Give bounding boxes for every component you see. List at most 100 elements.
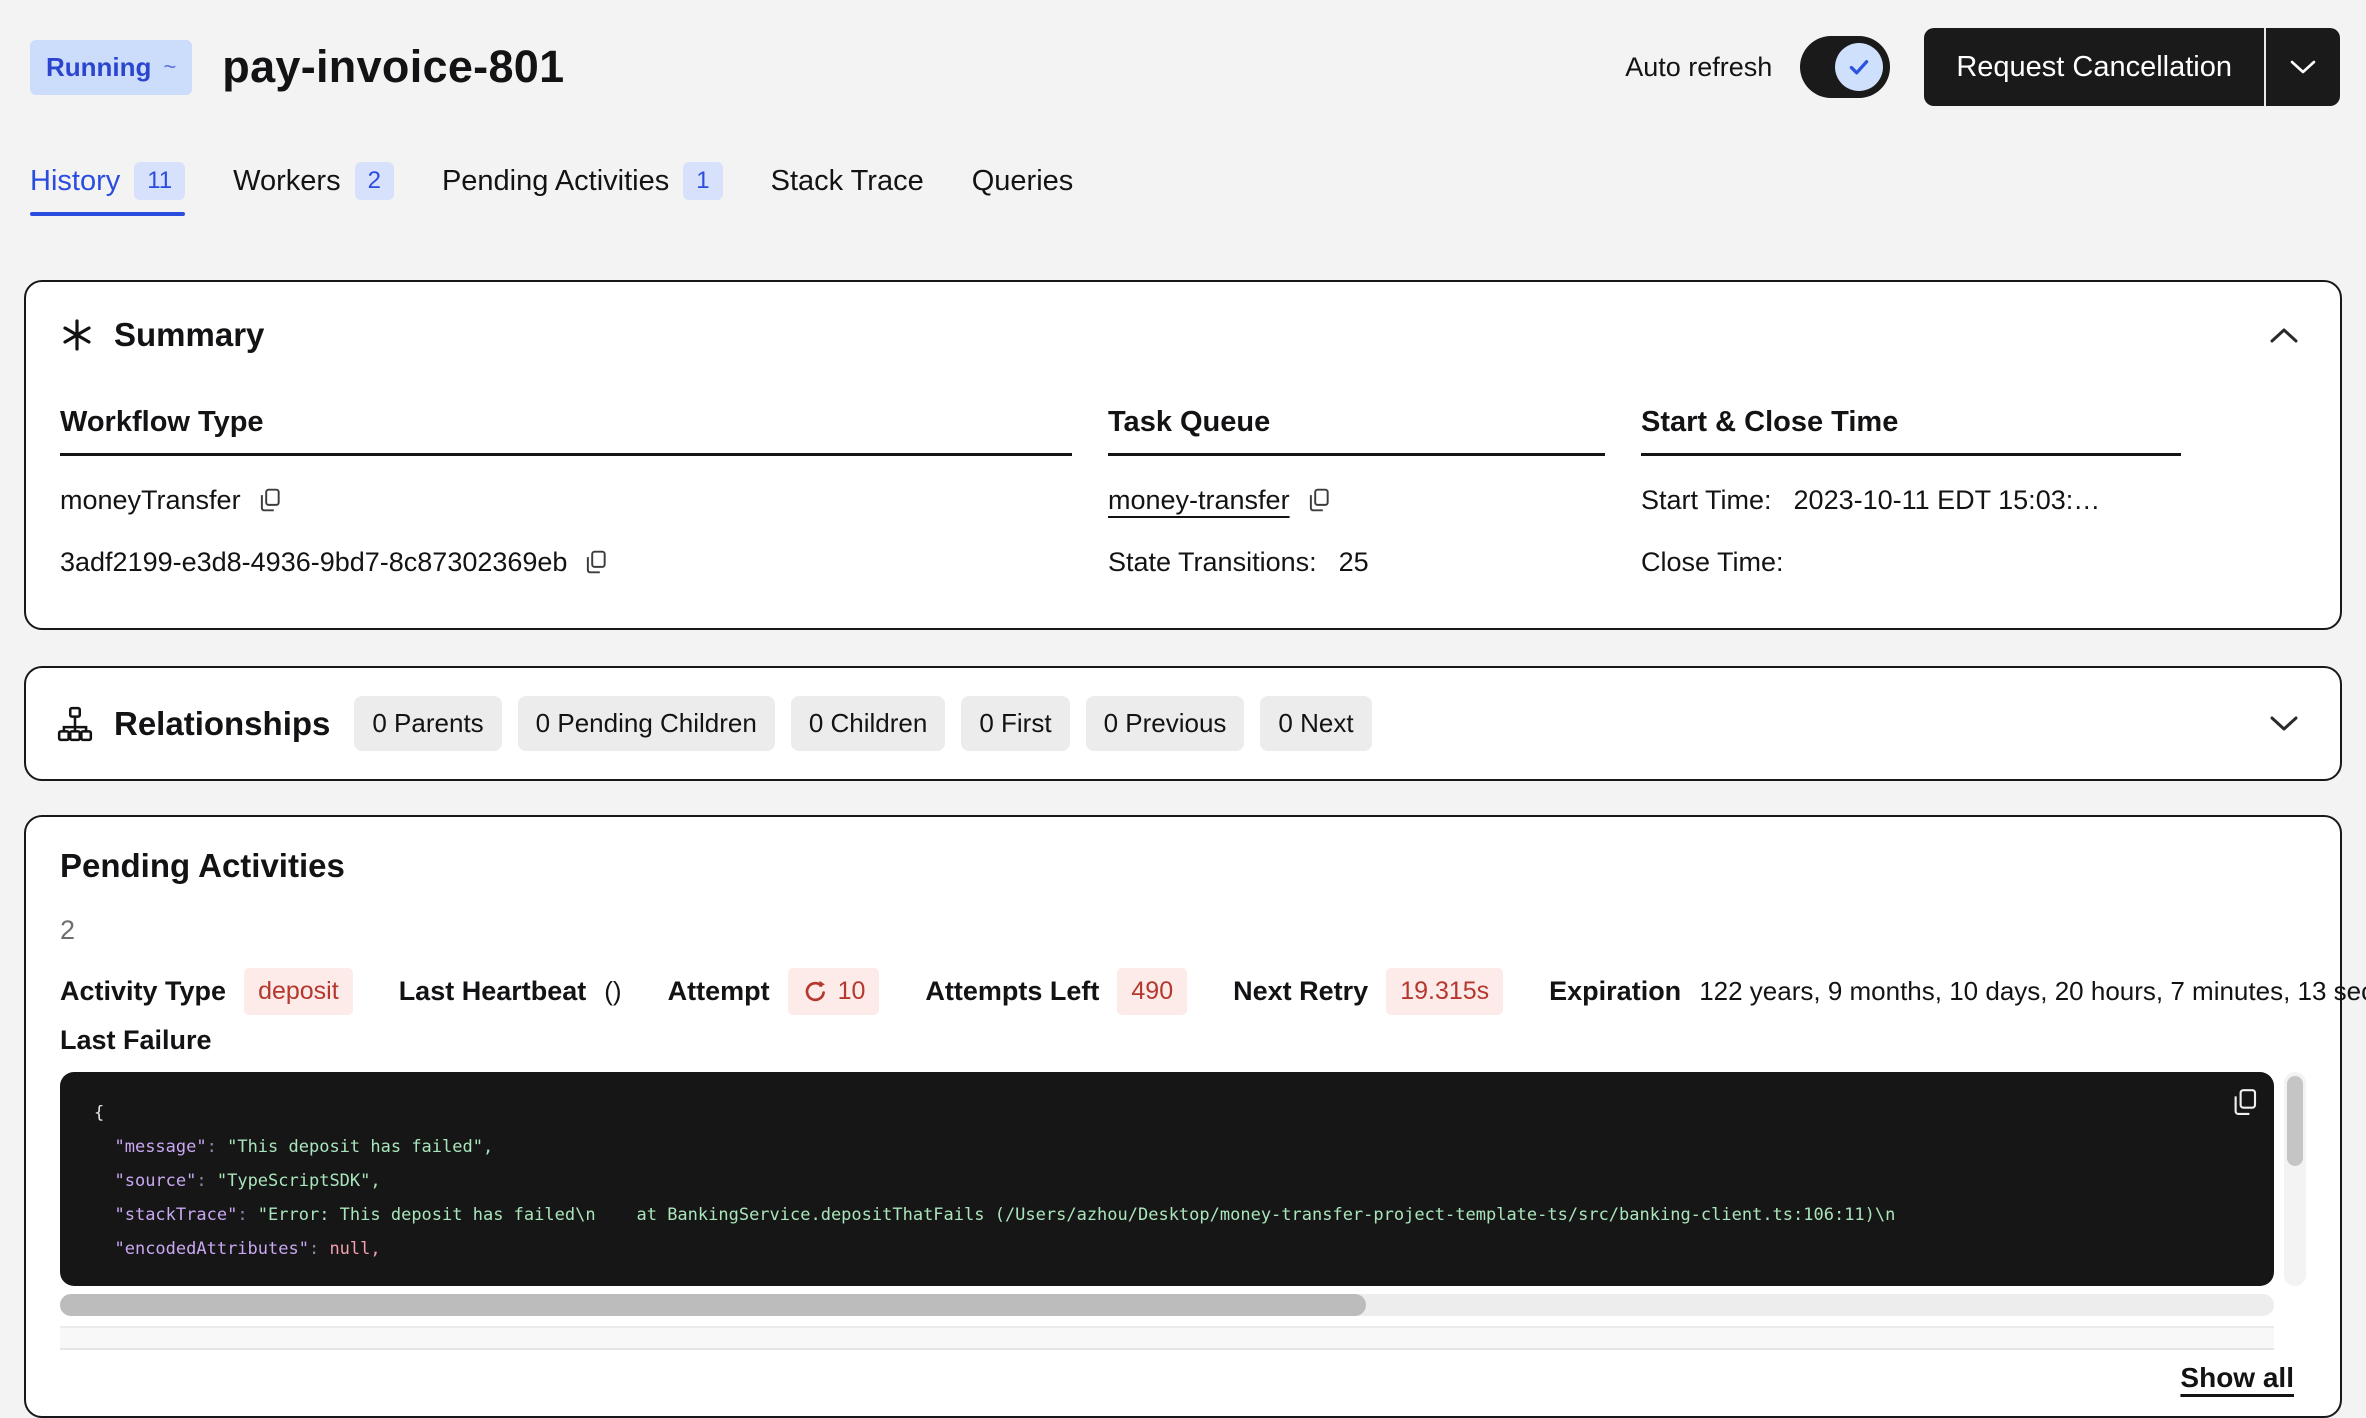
time-column: Start & Close Time Start Time: 2023-10-1… [1641, 406, 2181, 580]
relationship-badge-0-first: 0 First [961, 696, 1069, 751]
field-value-badge: 490 [1117, 968, 1187, 1015]
task-queue-link[interactable]: money-transfer [1108, 485, 1290, 516]
code-line: "stackTrace": "Error: This deposit has f… [94, 1198, 2240, 1232]
header-actions: Auto refresh Request Cancellation [1625, 28, 2340, 106]
workflow-type-column: Workflow Type moneyTransfer 3adf2199-e3d… [60, 406, 1072, 580]
chevron-down-icon [2268, 714, 2300, 734]
field-value: 19.315s [1400, 977, 1489, 1006]
state-transitions-label: State Transitions: [1108, 547, 1317, 578]
show-all-link[interactable]: Show all [2180, 1362, 2294, 1394]
tab-label: Stack Trace [771, 165, 924, 198]
relationship-badges: 0 Parents0 Pending Children0 Children0 F… [354, 696, 1371, 751]
code-token [94, 1171, 114, 1191]
relationship-badge-0-next: 0 Next [1260, 696, 1371, 751]
collapsed-activity-row [60, 1326, 2274, 1350]
status-label: Running [46, 52, 151, 83]
cancel-menu-caret[interactable] [2266, 28, 2340, 106]
summary-collapse-toggle[interactable] [2268, 325, 2300, 345]
code-token: "stackTrace" [114, 1205, 237, 1225]
page-header: Running ~ pay-invoice-801 Auto refresh R… [0, 0, 2366, 106]
workflow-type-value: moneyTransfer [60, 485, 241, 516]
pending-activities-count: 2 [60, 915, 2306, 946]
sitemap-icon [56, 705, 94, 743]
code-token: "Error: This deposit has failed\n at Ban… [258, 1205, 1896, 1225]
vertical-scrollbar-thumb[interactable] [2287, 1076, 2303, 1166]
relationships-card: Relationships 0 Parents0 Pending Childre… [24, 666, 2342, 781]
code-token: "TypeScriptSDK", [217, 1171, 381, 1191]
summary-header: Summary [60, 316, 2310, 354]
copy-code-button[interactable] [2230, 1086, 2260, 1118]
field-label: Activity Type [60, 976, 226, 1007]
field-attempt: Attempt 10 [668, 968, 880, 1015]
copy-icon [583, 548, 609, 576]
code-line: { [94, 1096, 2240, 1130]
field-next-retry: Next Retry19.315s [1233, 968, 1503, 1015]
copy-task-queue-button[interactable] [1306, 486, 1332, 514]
task-queue-header: Task Queue [1108, 406, 1605, 456]
relationship-badge-0-pending-children: 0 Pending Children [518, 696, 775, 751]
workflow-type-header: Workflow Type [60, 406, 1072, 456]
chevron-down-icon [2288, 58, 2318, 76]
field-value-badge: 10 [788, 968, 880, 1015]
summary-columns: Workflow Type moneyTransfer 3adf2199-e3d… [60, 406, 2310, 580]
status-pulse-icon: ~ [163, 54, 176, 80]
code-token: "message" [114, 1137, 206, 1157]
auto-refresh-toggle[interactable] [1800, 36, 1890, 98]
tab-count-badge: 11 [134, 162, 185, 200]
tab-label: Queries [972, 165, 1074, 198]
code-token: { [94, 1103, 104, 1123]
field-value-badge: deposit [244, 968, 353, 1015]
summary-title: Summary [114, 316, 264, 354]
copy-icon [2230, 1086, 2260, 1118]
field-label: Attempt [668, 976, 770, 1007]
code-token: : [207, 1137, 227, 1157]
start-time-value: 2023-10-11 EDT 15:03:… [1794, 485, 2101, 516]
horizontal-scrollbar-thumb[interactable] [60, 1294, 1366, 1316]
code-token: : [196, 1171, 216, 1191]
code-horizontal-scrollbar[interactable] [60, 1294, 2274, 1316]
field-last-heartbeat: Last Heartbeat() [399, 976, 622, 1007]
tabs: History 11 Workers2 Pending Activities 1 Stac… [0, 162, 2366, 216]
field-value: 490 [1131, 977, 1173, 1006]
tab-history[interactable]: History 11 [30, 162, 185, 216]
tab-workers[interactable]: Workers2 [233, 162, 394, 216]
relationships-title: Relationships [114, 705, 330, 743]
summary-star-icon [60, 318, 94, 352]
request-cancellation-label: Request Cancellation [1924, 28, 2264, 106]
tab-queries[interactable]: Queries [972, 162, 1074, 216]
code-line: "message": "This deposit has failed", [94, 1130, 2240, 1164]
tab-label: History [30, 165, 120, 198]
code-token: "encodedAttributes" [114, 1239, 308, 1259]
request-cancellation-button[interactable]: Request Cancellation [1924, 28, 2340, 106]
copy-icon [257, 486, 283, 514]
last-failure-code-wrap: { "message": "This deposit has failed", … [60, 1072, 2306, 1286]
tab-count-badge: 1 [683, 162, 722, 200]
field-value-badge: 19.315s [1386, 968, 1503, 1015]
field-label: Attempts Left [925, 976, 1099, 1007]
code-token: : [237, 1205, 257, 1225]
auto-refresh-label: Auto refresh [1625, 52, 1772, 83]
tab-pending-activities[interactable]: Pending Activities 1 [442, 162, 723, 216]
relationship-badge-0-children: 0 Children [791, 696, 946, 751]
code-vertical-scrollbar[interactable] [2284, 1072, 2306, 1286]
last-failure-code-block: { "message": "This deposit has failed", … [60, 1072, 2274, 1286]
code-token: "This deposit has failed", [227, 1137, 493, 1157]
relationships-collapse-toggle[interactable] [2268, 714, 2300, 734]
tab-stack-trace[interactable]: Stack Trace [771, 162, 924, 216]
task-queue-column: Task Queue money-transfer State Transiti… [1108, 406, 1605, 580]
code-line: "encodedAttributes": null, [94, 1232, 2240, 1266]
workflow-run-id: 3adf2199-e3d8-4936-9bd7-8c87302369eb [60, 547, 567, 578]
code-line: "source": "TypeScriptSDK", [94, 1164, 2240, 1198]
show-all-row: Show all [60, 1362, 2306, 1394]
code-token [94, 1137, 114, 1157]
copy-run-id-button[interactable] [583, 548, 609, 576]
tab-label: Pending Activities [442, 165, 669, 198]
activity-fields: Activity Type deposit Last Heartbeat() Atte… [60, 968, 2306, 1015]
field-expiration: Expiration122 years, 9 months, 10 days, … [1549, 976, 2366, 1007]
tab-label: Workers [233, 165, 340, 198]
chevron-up-icon [2268, 325, 2300, 345]
state-transitions-value: 25 [1339, 547, 1369, 578]
copy-workflow-type-button[interactable] [257, 486, 283, 514]
check-icon [1845, 53, 1873, 81]
field-value: deposit [258, 977, 339, 1006]
